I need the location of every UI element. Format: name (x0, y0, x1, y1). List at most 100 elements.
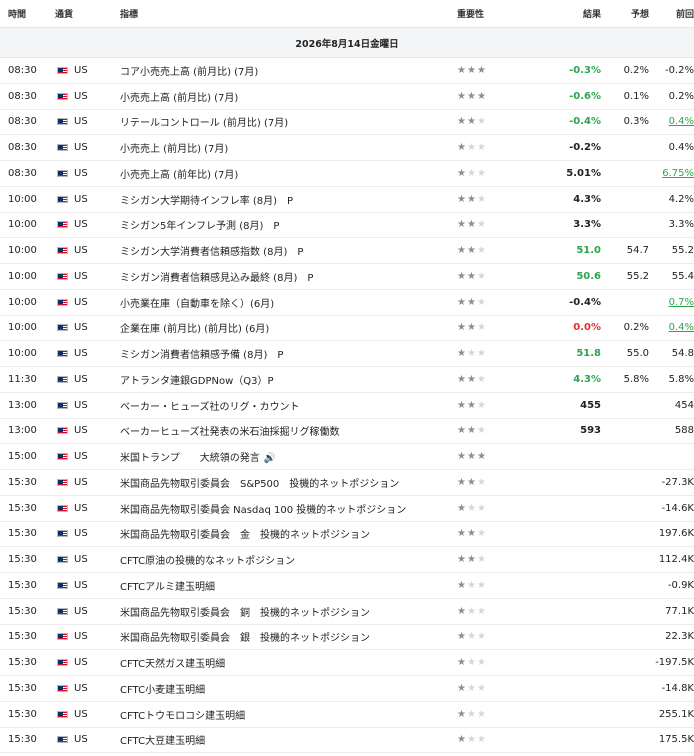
event-name[interactable]: 米国商品先物取引委員会 銀 投機的ネットポジション (120, 629, 453, 644)
event-name-text[interactable]: ベーカーヒューズ社発表の米石油採掘リグ稼働数 (120, 427, 340, 438)
event-name[interactable]: 企業在庫 (前月比) (前月比) (6月) (120, 320, 453, 335)
currency-code: US (74, 90, 88, 102)
table-row[interactable]: 08:30 US コア小売売上高 (前月比) (7月) ★★★ -0.3% 0.2% -0.… (0, 58, 694, 84)
event-name-text[interactable]: 小売業在庫（自動車を除く）(6月) (120, 299, 274, 310)
event-previous[interactable]: 0.4% (651, 116, 694, 127)
event-name[interactable]: 米国商品先物取引委員会 Nasdaq 100 投機的ネットポジション (120, 501, 453, 516)
event-name[interactable]: 小売売上高 (前月比) (7月) (120, 89, 453, 104)
table-row[interactable]: 10:00 US 小売業在庫（自動車を除く）(6月) ★★★ -0.4% 0.7% (0, 290, 694, 316)
event-name-text[interactable]: ベーカー・ヒューズ社のリグ・カウント (120, 402, 300, 413)
event-name-text[interactable]: CFTC小麦建玉明細 (120, 685, 205, 696)
table-row[interactable]: 15:30 US CFTC小麦建玉明細 ★★★ -14.8K (0, 676, 694, 702)
event-name[interactable]: ミシガン5年インフレ予測 (8月) P (120, 217, 453, 232)
header-importance[interactable]: 重要性 (453, 7, 523, 20)
event-name[interactable]: 小売売上 (前月比) (7月) (120, 140, 453, 155)
event-name[interactable]: ミシガン大学期待インフレ率 (8月) P (120, 192, 453, 207)
event-name[interactable]: ベーカー・ヒューズ社のリグ・カウント (120, 398, 453, 413)
table-row[interactable]: 10:00 US ミシガン大学消費者信頼感指数 (8月) P ★★★ 51.0 54.7 5… (0, 238, 694, 264)
event-name[interactable]: CFTC天然ガス建玉明細 (120, 655, 453, 670)
table-row[interactable]: 15:30 US 米国商品先物取引委員会 銀 投機的ネットポジション ★★★ 22.3K (0, 625, 694, 651)
event-name-text[interactable]: アトランタ連銀GDPNow（Q3）P (120, 376, 274, 387)
table-row[interactable]: 08:30 US リテールコントロール (前月比) (7月) ★★★ -0.4% 0.3%… (0, 110, 694, 136)
event-name-text[interactable]: 小売売上高 (前年比) (7月) (120, 170, 238, 181)
header-time[interactable]: 時間 (0, 7, 55, 20)
event-name[interactable]: CFTC小麦建玉明細 (120, 681, 453, 696)
event-currency: US (55, 271, 120, 282)
event-name[interactable]: CFTC原油の投機的なネットポジション (120, 552, 453, 567)
event-name[interactable]: ミシガン消費者信頼感見込み最終 (8月) P (120, 269, 453, 284)
event-name[interactable]: ミシガン大学消費者信頼感指数 (8月) P (120, 243, 453, 258)
event-name-text[interactable]: ミシガン5年インフレ予測 (8月) P (120, 221, 279, 232)
header-forecast[interactable]: 予想 (603, 7, 651, 20)
event-name[interactable]: ベーカーヒューズ社発表の米石油採掘リグ稼働数 (120, 423, 453, 438)
event-name-text[interactable]: 企業在庫 (前月比) (前月比) (6月) (120, 324, 269, 335)
table-row[interactable]: 15:30 US CFTCアルミ建玉明細 ★★★ -0.9K (0, 573, 694, 599)
table-row[interactable]: 10:00 US ミシガン大学期待インフレ率 (8月) P ★★★ 4.3% 4.2% (0, 187, 694, 213)
event-previous[interactable]: 0.7% (651, 297, 694, 308)
table-row[interactable]: 08:30 US 小売売上高 (前年比) (7月) ★★★ 5.01% 6.75% (0, 161, 694, 187)
table-row[interactable]: 15:30 US 米国商品先物取引委員会 S&P500 投機的ネットポジション ★★★… (0, 470, 694, 496)
speaker-icon: 🔊 (263, 453, 277, 465)
event-name-text[interactable]: リテールコントロール (前月比) (7月) (120, 118, 288, 129)
event-time: 10:00 (8, 245, 37, 257)
event-name-text[interactable]: ミシガン消費者信頼感予備 (8月) P (120, 350, 283, 361)
table-row[interactable]: 15:30 US 米国商品先物取引委員会 銅 投機的ネットポジション ★★★ 77.1K (0, 599, 694, 625)
event-name[interactable]: 米国商品先物取引委員会 金 投機的ネットポジション (120, 526, 453, 541)
event-name-text[interactable]: コア小売売上高 (前月比) (7月) (120, 67, 258, 78)
table-row[interactable]: 10:00 US ミシガン消費者信頼感予備 (8月) P ★★★ 51.8 55.0 54.… (0, 341, 694, 367)
event-name-text[interactable]: 米国商品先物取引委員会 Nasdaq 100 投機的ネットポジション (120, 505, 406, 516)
table-row[interactable]: 11:30 US アトランタ連銀GDPNow（Q3）P ★★★ 4.3% 5.8% 5.8% (0, 367, 694, 393)
header-previous[interactable]: 前回 (651, 7, 694, 20)
event-name-text[interactable]: CFTC天然ガス建玉明細 (120, 659, 225, 670)
us-flag-icon (57, 66, 68, 74)
table-row[interactable]: 15:00 US 米国トランプ 大統領の発言 🔊 ★★★ (0, 444, 694, 470)
event-name[interactable]: 米国商品先物取引委員会 S&P500 投機的ネットポジション (120, 475, 453, 490)
currency-code: US (74, 64, 88, 76)
event-name[interactable]: リテールコントロール (前月比) (7月) (120, 114, 453, 129)
event-name[interactable]: CFTCアルミ建玉明細 (120, 578, 453, 593)
event-name[interactable]: アトランタ連銀GDPNow（Q3）P (120, 372, 453, 387)
event-name-text[interactable]: 小売売上 (前月比) (7月) (120, 144, 228, 155)
event-previous: -14.8K (661, 682, 694, 694)
event-name[interactable]: 小売売上高 (前年比) (7月) (120, 166, 453, 181)
event-name[interactable]: CFTC大豆建玉明細 (120, 732, 453, 747)
table-row[interactable]: 08:30 US 小売売上 (前月比) (7月) ★★★ -0.2% 0.4% (0, 135, 694, 161)
event-name[interactable]: ミシガン消費者信頼感予備 (8月) P (120, 346, 453, 361)
table-row[interactable]: 08:30 US 小売売上高 (前月比) (7月) ★★★ -0.6% 0.1% 0.2% (0, 84, 694, 110)
event-name-text[interactable]: ミシガン大学消費者信頼感指数 (8月) P (120, 247, 303, 258)
event-name-text[interactable]: CFTC大豆建玉明細 (120, 736, 205, 747)
table-row[interactable]: 13:00 US ベーカー・ヒューズ社のリグ・カウント ★★★ 455 454 (0, 393, 694, 419)
us-flag-icon (57, 272, 68, 280)
event-name[interactable]: 小売業在庫（自動車を除く）(6月) (120, 295, 453, 310)
table-row[interactable]: 13:00 US ベーカーヒューズ社発表の米石油採掘リグ稼働数 ★★★ 593 588 (0, 419, 694, 445)
event-name[interactable]: CFTCトウモロコシ建玉明細 (120, 707, 453, 722)
event-name-text[interactable]: 米国商品先物取引委員会 銀 投機的ネットポジション (120, 633, 370, 644)
event-name-text[interactable]: 小売売上高 (前月比) (7月) (120, 93, 238, 104)
event-name[interactable]: 米国トランプ 大統領の発言 🔊 (120, 449, 453, 464)
event-name[interactable]: 米国商品先物取引委員会 銅 投機的ネットポジション (120, 604, 453, 619)
table-row[interactable]: 15:30 US CFTC原油の投機的なネットポジション ★★★ 112.4K (0, 547, 694, 573)
event-name-text[interactable]: CFTCトウモロコシ建玉明細 (120, 711, 245, 722)
event-name-text[interactable]: CFTC原油の投機的なネットポジション (120, 556, 295, 567)
table-row[interactable]: 10:00 US 企業在庫 (前月比) (前月比) (6月) ★★★ 0.0% 0.2% 0… (0, 316, 694, 342)
event-name[interactable]: コア小売売上高 (前月比) (7月) (120, 63, 453, 78)
event-name-text[interactable]: 米国商品先物取引委員会 S&P500 投機的ネットポジション (120, 479, 399, 490)
header-actual[interactable]: 結果 (523, 7, 603, 20)
table-row[interactable]: 15:30 US CFTCトウモロコシ建玉明細 ★★★ 255.1K (0, 702, 694, 728)
event-name-text[interactable]: 米国トランプ 大統領の発言 (120, 453, 260, 464)
event-name-text[interactable]: ミシガン大学期待インフレ率 (8月) P (120, 196, 293, 207)
header-indicator[interactable]: 指標 (120, 7, 453, 20)
event-name-text[interactable]: 米国商品先物取引委員会 金 投機的ネットポジション (120, 530, 370, 541)
event-previous[interactable]: 0.4% (651, 322, 694, 333)
table-row[interactable]: 15:30 US 米国商品先物取引委員会 Nasdaq 100 投機的ネットポジショ… (0, 496, 694, 522)
table-row[interactable]: 15:30 US 米国商品先物取引委員会 金 投機的ネットポジション ★★★ 197.6… (0, 522, 694, 548)
event-name-text[interactable]: CFTCアルミ建玉明細 (120, 582, 215, 593)
event-previous[interactable]: 6.75% (651, 168, 694, 179)
event-name-text[interactable]: ミシガン消費者信頼感見込み最終 (8月) P (120, 273, 313, 284)
event-name-text[interactable]: 米国商品先物取引委員会 銅 投機的ネットポジション (120, 608, 370, 619)
table-row[interactable]: 15:30 US CFTC天然ガス建玉明細 ★★★ -197.5K (0, 650, 694, 676)
table-row[interactable]: 10:00 US ミシガン5年インフレ予測 (8月) P ★★★ 3.3% 3.3% (0, 213, 694, 239)
header-currency[interactable]: 通貨 (55, 7, 120, 20)
table-row[interactable]: 10:00 US ミシガン消費者信頼感見込み最終 (8月) P ★★★ 50.6 55.2… (0, 264, 694, 290)
table-row[interactable]: 15:30 US CFTC大豆建玉明細 ★★★ 175.5K (0, 728, 694, 754)
